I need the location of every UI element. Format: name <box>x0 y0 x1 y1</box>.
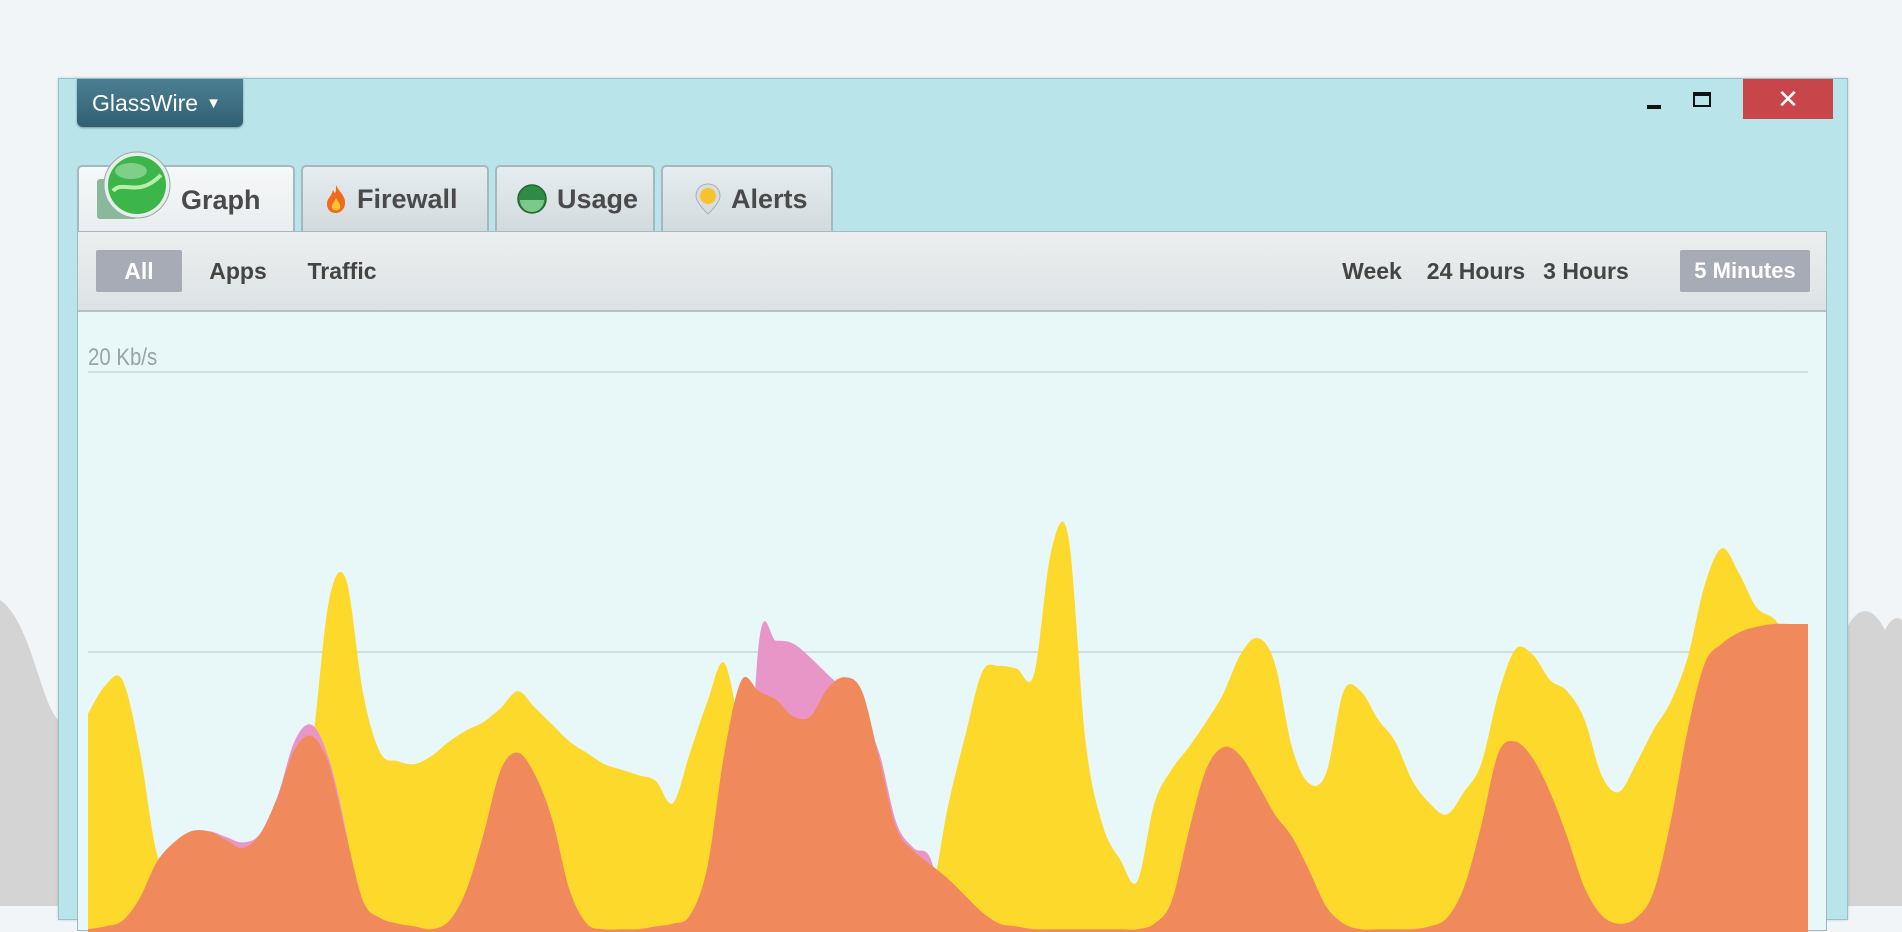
minimize-icon <box>1647 105 1661 109</box>
range-5-minutes-button[interactable]: 5 Minutes <box>1680 250 1810 292</box>
filter-apps-button[interactable]: Apps <box>198 250 278 292</box>
tab-usage-label: Usage <box>557 183 639 214</box>
app-menu-button[interactable]: GlassWire ▼ <box>77 79 243 127</box>
range-3-hours-button[interactable]: 3 Hours <box>1538 250 1634 292</box>
alert-pin-icon <box>695 183 721 215</box>
graph-logo-icon <box>97 151 171 219</box>
graph-panel: All Apps Traffic Week 24 Hours 3 Hours 5… <box>77 231 1827 932</box>
close-button[interactable]: ✕ <box>1743 79 1833 119</box>
tab-usage[interactable]: Usage <box>495 165 655 231</box>
tab-graph-label: Graph <box>181 184 261 215</box>
maximize-icon <box>1693 91 1711 107</box>
tab-alerts[interactable]: Alerts <box>661 165 833 231</box>
flame-icon <box>327 185 346 213</box>
tab-alerts-label: Alerts <box>731 183 808 214</box>
minimize-button[interactable] <box>1633 79 1675 119</box>
tab-firewall-label: Firewall <box>357 183 458 214</box>
graph-toolbar: All Apps Traffic Week 24 Hours 3 Hours 5… <box>78 232 1826 312</box>
tab-graph[interactable]: Graph <box>77 151 295 233</box>
filter-all-button[interactable]: All <box>96 250 182 292</box>
app-menu-label: GlassWire <box>92 89 199 116</box>
traffic-chart <box>88 371 1808 932</box>
maximize-button[interactable] <box>1681 79 1723 119</box>
range-week-button[interactable]: Week <box>1332 250 1412 292</box>
filter-traffic-button[interactable]: Traffic <box>292 250 392 292</box>
usage-gauge-icon <box>517 184 547 214</box>
app-window: GlassWire ▼ ✕ Graph Firewall Usage Alert… <box>58 78 1848 932</box>
caret-down-icon: ▼ <box>206 94 221 112</box>
range-24-hours-button[interactable]: 24 Hours <box>1424 250 1528 292</box>
tab-firewall[interactable]: Firewall <box>301 165 489 231</box>
close-icon: ✕ <box>1777 83 1799 114</box>
